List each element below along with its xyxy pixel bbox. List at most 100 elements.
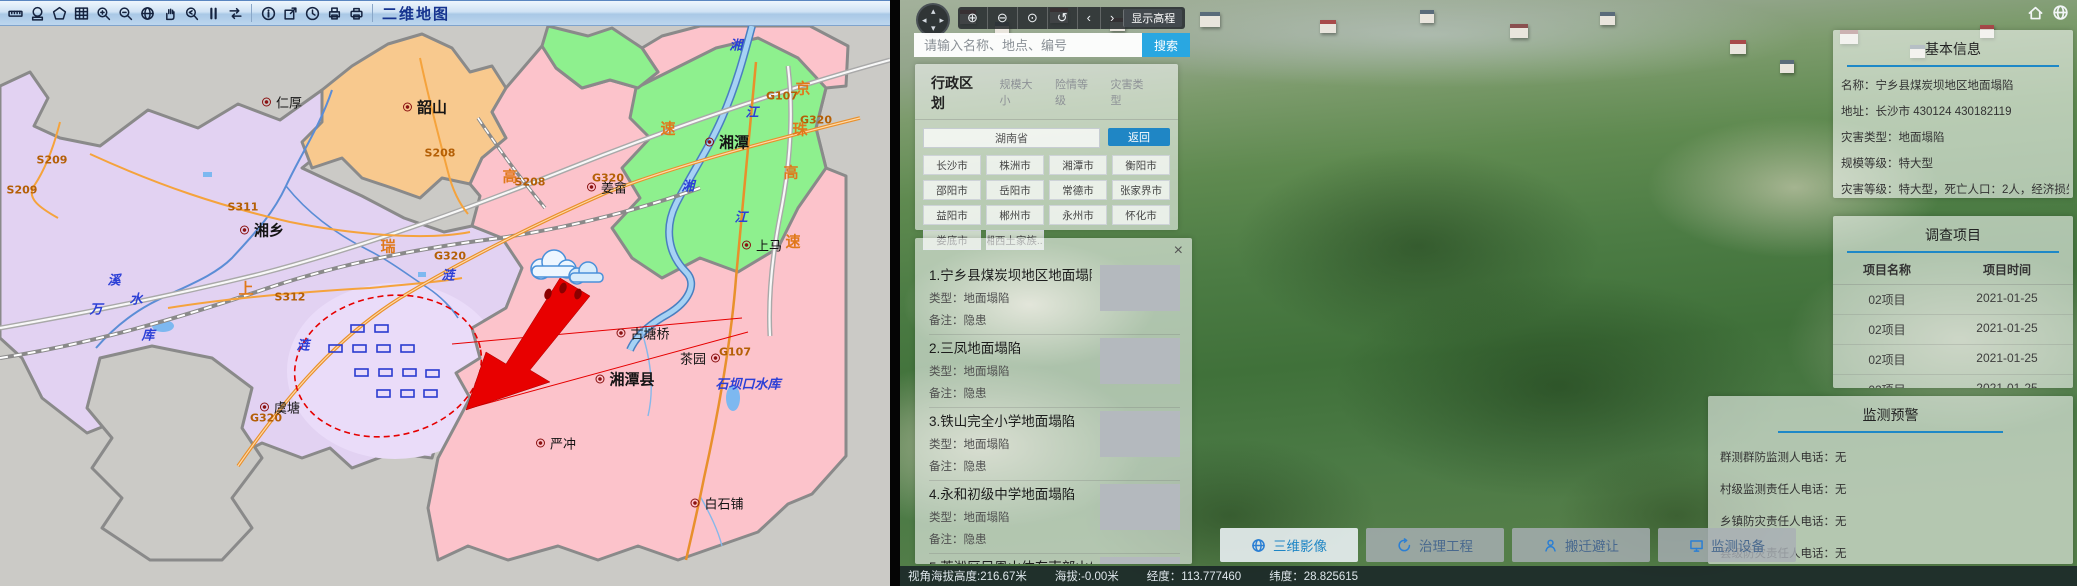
disaster-thumbnail[interactable] <box>1100 411 1180 457</box>
admin-division-panel: 行政区划 规模大小险情等级灾害类型 湖南省 返回 长沙市株洲市湘潭市衡阳市邵阳市… <box>915 64 1178 230</box>
polygon-measure-icon[interactable] <box>48 2 70 24</box>
treatment-project-button[interactable]: 治理工程 <box>1366 528 1504 562</box>
globe-icon[interactable] <box>136 2 158 24</box>
panel-divider <box>890 0 900 586</box>
swap-arrows-icon[interactable] <box>224 2 246 24</box>
globe-icon[interactable] <box>2052 4 2069 21</box>
pan-down-icon[interactable]: ▾ <box>931 24 936 33</box>
building <box>1510 24 1528 38</box>
disaster-thumbnail[interactable] <box>1100 557 1180 564</box>
building <box>1730 40 1746 54</box>
info-field: 灾害类型：地面塌陷 <box>1841 119 2069 145</box>
province-button[interactable]: 湖南省 <box>923 128 1100 148</box>
ruler-icon[interactable] <box>4 2 26 24</box>
disaster-title: 4.永和初级中学地面塌陷 <box>929 483 1092 503</box>
city-button[interactable]: 长沙市 <box>923 155 981 175</box>
disaster-list-item[interactable]: 4.永和初级中学地面塌陷类型：地面塌陷备注：隐患 <box>929 481 1180 554</box>
pan-right-icon[interactable]: ▸ <box>939 16 944 25</box>
view-altitude-value: 视角海拔高度:216.67米 <box>908 568 1027 584</box>
search-button[interactable]: 搜索 <box>1142 33 1190 57</box>
zoom-in-button[interactable]: ⊕ <box>958 7 987 29</box>
admin-panel-title: 行政区划 <box>931 73 986 113</box>
relocation-button[interactable]: 搬迁避让 <box>1512 528 1650 562</box>
printer-icon[interactable] <box>345 2 367 24</box>
survey-row[interactable]: 02项目2021-01-25 <box>1833 345 2073 375</box>
city-button[interactable]: 益阳市 <box>923 205 981 225</box>
globe-icon <box>1251 538 1266 553</box>
disaster-title: 1.宁乡县煤炭坝地区地面塌陷 <box>929 264 1092 284</box>
home-icon[interactable] <box>2027 4 2044 21</box>
warning-panel-title: 监测预警 <box>1708 396 2073 425</box>
3d-view-panel: ▴ ▾ ◂ ▸ ⊕⊖⊙↺‹›显示高程 搜索 行政区划 规模大小险情等级灾害类型 … <box>900 0 2077 586</box>
zoom-out-button[interactable]: ⊖ <box>987 7 1017 29</box>
disaster-title: 3.铁山完全小学地面塌陷 <box>929 410 1092 430</box>
disaster-list-item[interactable]: 5.芦淞区凤凰山体东南部山体滑坡 <box>929 554 1180 564</box>
info-field: 险情等级：特大型，威胁人口：21934人，威胁财产... <box>1841 197 2069 198</box>
city-button[interactable]: 怀化市 <box>1112 205 1170 225</box>
close-icon[interactable]: × <box>1174 243 1183 259</box>
status-bar: 视角海拔高度:216.67米 海拔:-0.00米 经度：113.777460 纬… <box>900 566 2077 586</box>
survey-row[interactable]: 02项目2021-01-25 <box>1833 285 2073 315</box>
map-mode-label: 二维地图 <box>382 3 450 24</box>
prev-view-button[interactable]: ‹ <box>1077 7 1100 29</box>
city-button[interactable]: 株洲市 <box>986 155 1044 175</box>
survey-row[interactable]: 02项目2021-01-25 <box>1833 315 2073 345</box>
export-icon[interactable] <box>279 2 301 24</box>
city-button[interactable]: 衡阳市 <box>1112 155 1170 175</box>
rotate-view-button[interactable]: ↺ <box>1047 7 1077 29</box>
pan-icon[interactable] <box>158 2 180 24</box>
pan-up-icon[interactable]: ▴ <box>931 7 936 16</box>
zoom-out-icon[interactable] <box>114 2 136 24</box>
zoom-previous-icon[interactable] <box>180 2 202 24</box>
disaster-thumbnail[interactable] <box>1100 265 1180 311</box>
pause-icon[interactable] <box>202 2 224 24</box>
city-button[interactable]: 张家界市 <box>1112 180 1170 200</box>
search-input[interactable] <box>914 33 1142 57</box>
building <box>1780 60 1794 73</box>
next-view-button[interactable]: › <box>1100 7 1123 29</box>
city-button[interactable]: 邵阳市 <box>923 180 981 200</box>
disaster-thumbnail[interactable] <box>1100 484 1180 530</box>
grid-icon[interactable] <box>70 2 92 24</box>
area-measure-icon[interactable] <box>26 2 48 24</box>
warning-field: 村级监测责任人电话：无 <box>1720 465 2073 497</box>
city-button[interactable]: 湘潭市 <box>1049 155 1107 175</box>
tab-1[interactable]: 规模大小 <box>1000 76 1043 108</box>
disaster-list-panel: × 1.宁乡县煤炭坝地区地面塌陷类型：地面塌陷备注：隐患2.三凤地面塌陷类型：地… <box>915 238 1192 564</box>
tab-3[interactable]: 灾害类型 <box>1111 76 1154 108</box>
disaster-list-item[interactable]: 1.宁乡县煤炭坝地区地面塌陷类型：地面塌陷备注：隐患 <box>929 262 1180 335</box>
info-panel-title: 基本信息 <box>1833 30 2073 59</box>
zoom-in-icon[interactable] <box>92 2 114 24</box>
disaster-title: 2.三凤地面塌陷 <box>929 337 1092 357</box>
survey-row[interactable]: 02项目2021-01-25 <box>1833 375 2073 388</box>
tab-2[interactable]: 险情等级 <box>1055 76 1098 108</box>
print-icon[interactable] <box>323 2 345 24</box>
2d-map[interactable]: 仁厚湘乡韶山姜畲湘潭上马古塘桥茶园湘潭县严冲白石铺虞塘S209S209S311S… <box>0 26 890 586</box>
3d-imagery-button[interactable]: 三维影像 <box>1220 528 1358 562</box>
map-toolbar: 二维地图 <box>0 0 890 26</box>
disaster-list-item[interactable]: 3.铁山完全小学地面塌陷类型：地面塌陷备注：隐患 <box>929 408 1180 481</box>
monitor-icon <box>1689 538 1704 553</box>
reset-view-button[interactable]: ⊙ <box>1017 7 1047 29</box>
latitude-value: 纬度：28.825615 <box>1269 568 1358 584</box>
2d-map-panel: 二维地图 <box>0 0 890 586</box>
3d-toolbar: ⊕⊖⊙↺‹›显示高程 <box>958 7 1185 29</box>
pan-left-icon[interactable]: ◂ <box>922 16 927 25</box>
survey-project-panel: 调查项目 项目名称 项目时间 02项目2021-01-2502项目2021-01… <box>1833 216 2073 388</box>
search-bar: 搜索 <box>914 33 1190 57</box>
show-elevation-button[interactable]: 显示高程 <box>1123 9 1182 27</box>
history-icon[interactable] <box>301 2 323 24</box>
warning-field: 乡镇防灾责任人电话：无 <box>1720 497 2073 529</box>
info-icon[interactable] <box>257 2 279 24</box>
city-button[interactable]: 郴州市 <box>986 205 1044 225</box>
basic-info-panel: 基本信息 名称：宁乡县煤炭坝地区地面塌陷地址：长沙市 430124 430182… <box>1833 30 2073 198</box>
city-button[interactable]: 常德市 <box>1049 180 1107 200</box>
disaster-title: 5.芦淞区凤凰山体东南部山体滑坡 <box>929 556 1092 564</box>
disaster-thumbnail[interactable] <box>1100 338 1180 384</box>
city-button[interactable]: 岳阳市 <box>986 180 1044 200</box>
back-button[interactable]: 返回 <box>1108 128 1170 146</box>
disaster-list-item[interactable]: 2.三凤地面塌陷类型：地面塌陷备注：隐患 <box>929 335 1180 408</box>
monitoring-device-button[interactable]: 监测设备 <box>1658 528 1796 562</box>
city-button[interactable]: 永州市 <box>1049 205 1107 225</box>
compass-control[interactable]: ▴ ▾ ◂ ▸ <box>916 3 950 37</box>
